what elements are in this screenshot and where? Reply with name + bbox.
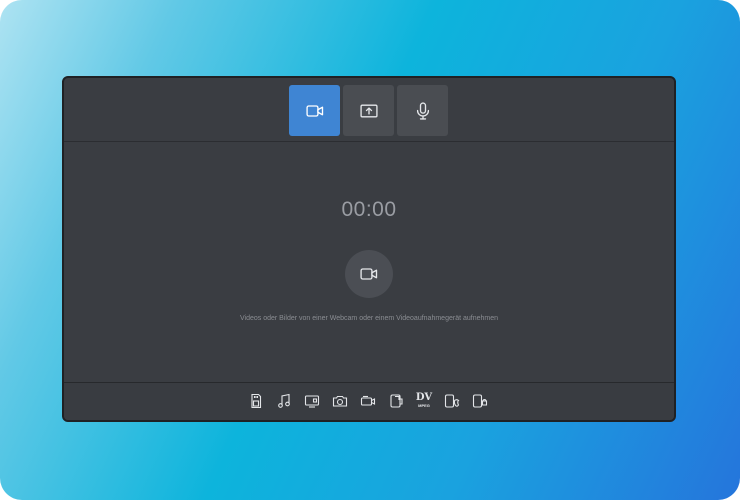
capture-hint-text: Videos oder Bilder von einer Webcam oder… — [240, 315, 498, 322]
apple-device-format-button[interactable] — [444, 393, 460, 409]
screen-share-icon — [359, 104, 378, 117]
gradient-background: 00:00 Videos oder Bilder von einer Webca… — [0, 0, 740, 500]
camcorder-icon — [360, 395, 376, 406]
apple-device-icon — [444, 394, 460, 408]
tv-format-button[interactable] — [304, 393, 320, 409]
audio-mode-button[interactable] — [397, 85, 448, 136]
dv-mpeg-label: MPEG — [418, 403, 430, 408]
sd-card-icon — [251, 393, 262, 409]
recorder-window: 00:00 Videos oder Bilder von einer Webca… — [62, 76, 676, 422]
audio-format-button[interactable] — [276, 393, 292, 409]
phone-device-icon — [390, 394, 403, 408]
microphone-icon — [416, 101, 429, 120]
dv-format-button[interactable]: DV MPEG — [415, 392, 433, 410]
video-mode-button[interactable] — [289, 85, 340, 136]
android-device-icon — [472, 394, 488, 408]
android-device-format-button[interactable] — [472, 393, 488, 409]
screen-mode-button[interactable] — [343, 85, 394, 136]
format-toolbar: DV MPEG — [64, 382, 674, 420]
recording-timer: 00:00 — [341, 198, 397, 221]
sd-card-format-button[interactable] — [248, 393, 264, 409]
camcorder-format-button[interactable] — [360, 393, 376, 409]
photo-format-button[interactable] — [332, 393, 348, 409]
start-recording-button[interactable] — [345, 250, 393, 298]
video-camera-icon — [360, 268, 378, 280]
music-note-icon — [278, 393, 290, 408]
dv-icon: DV — [415, 392, 433, 403]
mode-toolbar — [64, 78, 674, 142]
device-format-button[interactable] — [388, 393, 404, 409]
camera-icon — [332, 395, 348, 407]
capture-area: 00:00 Videos oder Bilder von einer Webca… — [64, 142, 674, 384]
video-camera-icon — [305, 104, 323, 117]
tv-player-icon — [304, 395, 320, 408]
